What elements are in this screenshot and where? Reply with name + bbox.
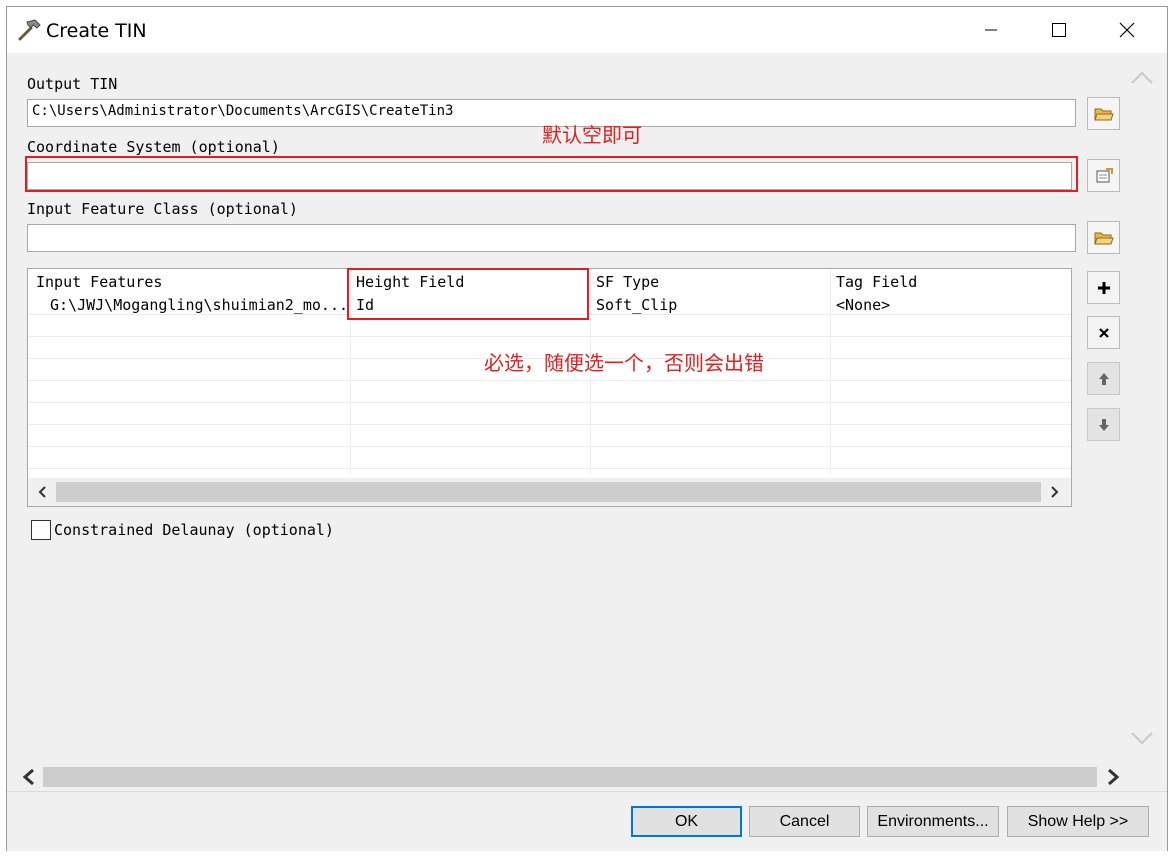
table-horizontal-scrollbar[interactable] — [28, 478, 1071, 506]
chevron-down-icon[interactable] — [1130, 731, 1154, 747]
parameters-panel: Output TIN C:\Users\Administrator\Docume… — [7, 53, 1167, 791]
arrow-down-icon — [1098, 418, 1109, 431]
maximize-button[interactable] — [1025, 7, 1093, 53]
row-divider — [28, 446, 1071, 447]
chevron-left-icon[interactable] — [19, 767, 39, 787]
header-sf-type[interactable]: SF Type — [596, 273, 659, 291]
add-row-button[interactable] — [1087, 271, 1120, 304]
chevron-right-icon — [1051, 486, 1059, 498]
scroll-right-button[interactable] — [1041, 478, 1069, 506]
row-divider — [28, 402, 1071, 403]
dialog-horizontal-scrollbar[interactable] — [17, 765, 1127, 789]
scroll-thumb[interactable] — [43, 767, 1097, 787]
chevron-right-icon[interactable] — [1103, 767, 1123, 787]
maximize-icon — [1052, 23, 1066, 37]
coordinate-system-highlight — [25, 156, 1078, 192]
create-tin-dialog: Create TIN Output TIN C:\Users\Administr… — [6, 6, 1168, 851]
move-down-button[interactable] — [1087, 408, 1120, 441]
constrained-delaunay-label: Constrained Delaunay (optional) — [54, 521, 334, 539]
scroll-left-button[interactable] — [28, 478, 56, 506]
environments-button[interactable]: Environments... — [867, 806, 999, 837]
height-field-note: 必选，随便选一个，否则会出错 — [484, 351, 764, 375]
header-tag-field[interactable]: Tag Field — [836, 273, 917, 291]
input-feature-class-label: Input Feature Class (optional) — [27, 200, 298, 218]
coordinate-system-note: 默认空即可 — [542, 123, 642, 147]
minimize-icon — [985, 29, 997, 31]
row-divider — [28, 468, 1071, 469]
dialog-footer: OK Cancel Environments... Show Help >> — [7, 791, 1167, 851]
close-icon — [1119, 22, 1135, 38]
arrow-up-icon — [1098, 372, 1109, 385]
cell-sf-type[interactable]: Soft_Clip — [596, 296, 677, 314]
plus-icon — [1097, 281, 1110, 294]
header-input-features[interactable]: Input Features — [36, 273, 162, 291]
remove-row-button[interactable] — [1087, 316, 1120, 349]
input-feature-class-field[interactable] — [27, 224, 1076, 252]
close-button[interactable] — [1093, 7, 1161, 53]
show-help-button[interactable]: Show Help >> — [1007, 806, 1149, 837]
move-up-button[interactable] — [1087, 362, 1120, 395]
title-bar: Create TIN — [7, 7, 1167, 53]
height-field-highlight — [347, 268, 589, 320]
x-icon — [1098, 327, 1109, 338]
row-divider — [28, 380, 1071, 381]
row-divider — [28, 424, 1071, 425]
cell-tag-field[interactable]: <None> — [836, 296, 890, 314]
row-divider — [28, 336, 1071, 337]
coordinate-system-label: Coordinate System (optional) — [27, 138, 280, 156]
minimize-button[interactable] — [957, 7, 1025, 53]
input-feature-class-browse-button[interactable] — [1087, 221, 1120, 254]
hammer-icon — [18, 19, 41, 41]
cancel-button[interactable]: Cancel — [749, 806, 860, 837]
ok-button[interactable]: OK — [631, 806, 742, 837]
output-tin-label: Output TIN — [27, 75, 118, 93]
folder-open-icon — [1093, 108, 1114, 120]
coordinate-system-properties-button[interactable] — [1087, 159, 1120, 192]
properties-icon — [1096, 167, 1113, 182]
chevron-up-icon[interactable] — [1130, 69, 1154, 85]
constrained-delaunay-checkbox[interactable] — [31, 520, 51, 540]
chevron-left-icon — [38, 486, 46, 498]
output-tin-browse-button[interactable] — [1087, 97, 1120, 130]
column-divider — [830, 269, 831, 474]
folder-open-icon — [1093, 232, 1114, 244]
window-title: Create TIN — [46, 20, 147, 42]
scroll-thumb[interactable] — [56, 482, 1041, 502]
cell-input-features[interactable]: G:\JWJ\Mogangling\shuimian2_mo... — [50, 296, 346, 314]
